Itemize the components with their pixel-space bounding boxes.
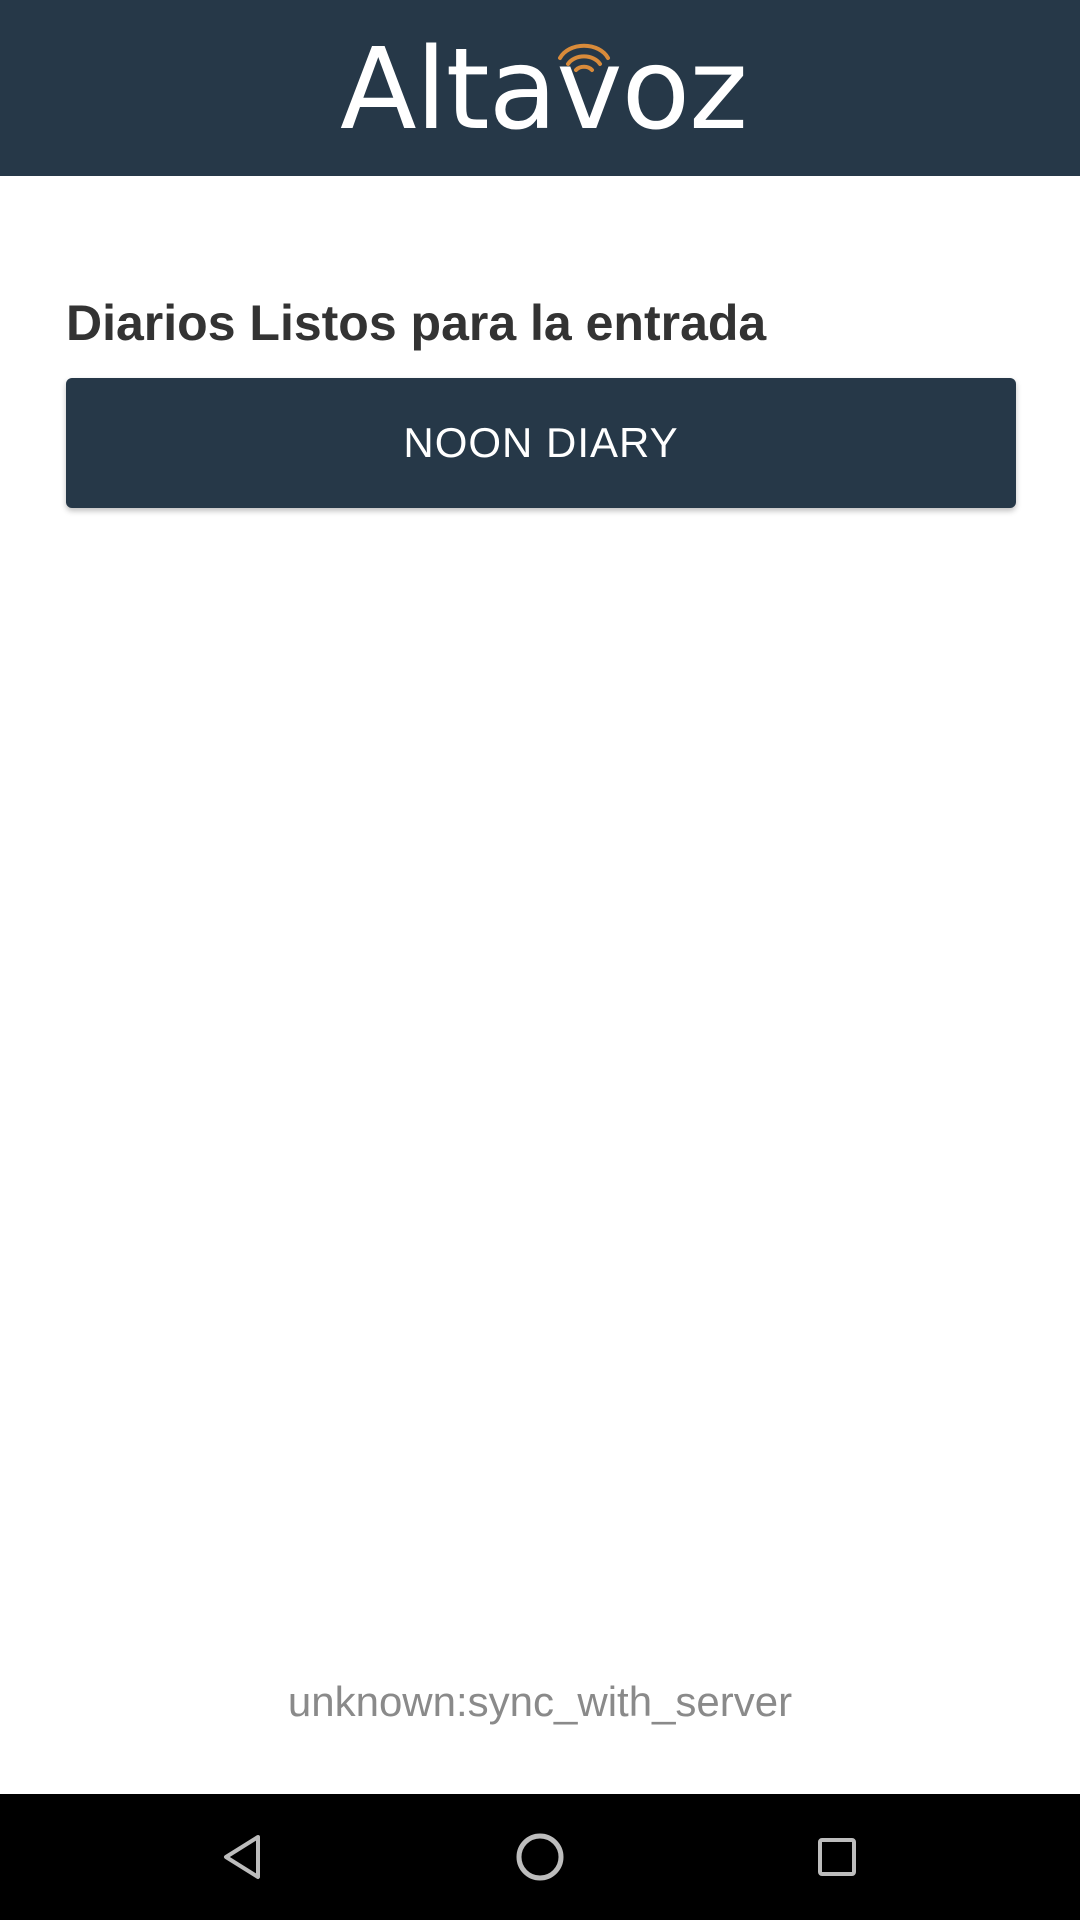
back-button[interactable] — [202, 1817, 282, 1897]
recents-button[interactable] — [797, 1817, 877, 1897]
logo-text: Altavoz — [340, 25, 748, 155]
section-title: Diarios Listos para la entrada — [66, 295, 767, 351]
sync-status-text: unknown:sync_with_server — [287, 1678, 793, 1725]
altavoz-logo: Altavoz — [340, 25, 748, 155]
home-button[interactable] — [500, 1817, 580, 1897]
back-triangle-icon — [224, 1835, 260, 1879]
noon-diary-button[interactable]: NOON DIARY — [66, 378, 1016, 508]
app-header: Altavoz — [0, 0, 1080, 176]
recents-square-icon — [818, 1838, 856, 1876]
app-screen: Altavoz Diarios Listos para la entrada N… — [0, 0, 1080, 1920]
signal-waves-icon — [558, 43, 610, 72]
home-circle-icon — [516, 1833, 564, 1881]
android-navigation-bar — [0, 1794, 1080, 1920]
